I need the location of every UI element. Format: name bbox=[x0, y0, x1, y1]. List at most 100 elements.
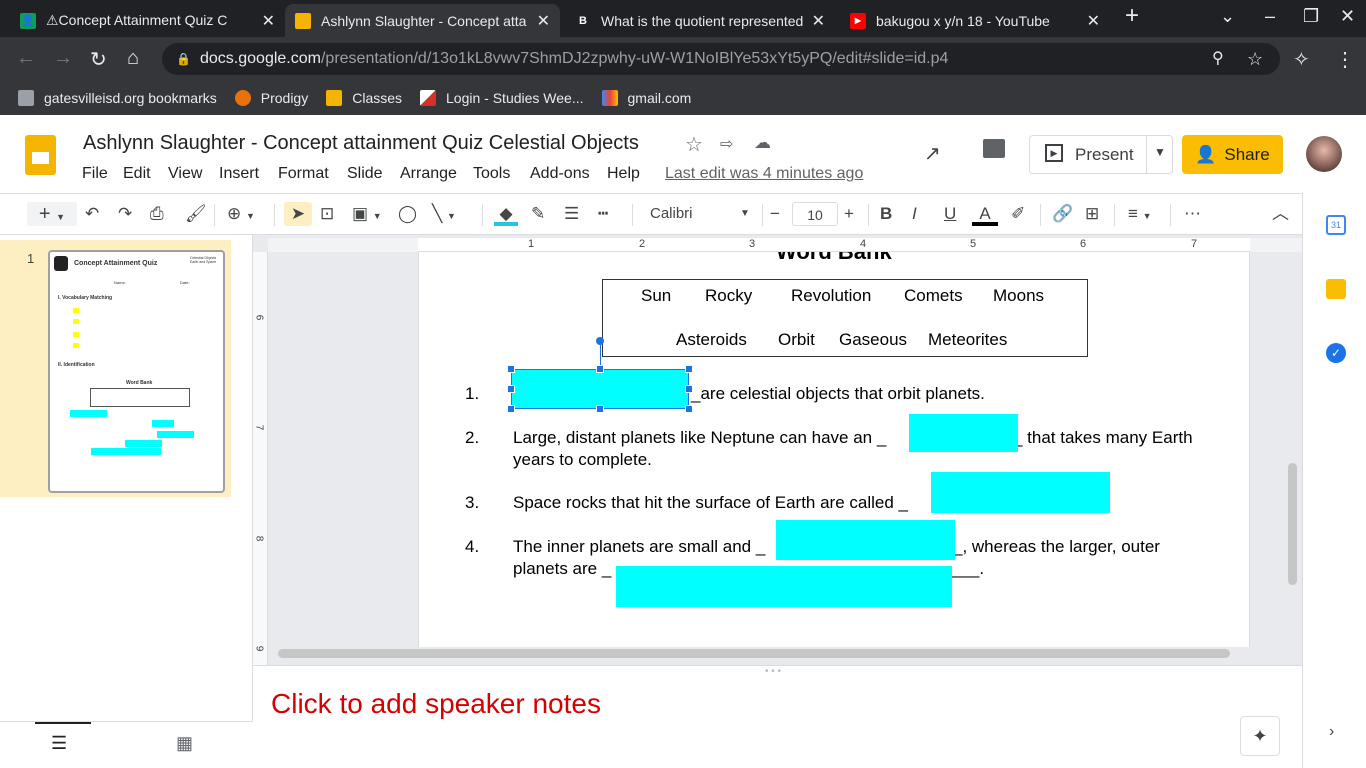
underline-icon[interactable]: U bbox=[944, 202, 956, 226]
activity-dashboard-icon[interactable]: ↗ bbox=[924, 141, 941, 166]
keep-icon[interactable] bbox=[1326, 279, 1346, 299]
account-avatar[interactable] bbox=[1306, 136, 1342, 172]
notes-resize-handle[interactable]: • • • bbox=[765, 666, 781, 677]
comments-icon[interactable] bbox=[983, 139, 1005, 158]
expand-panel-icon[interactable]: › bbox=[1329, 723, 1334, 741]
bookmark-prodigy[interactable]: Prodigy bbox=[234, 89, 308, 106]
border-weight-icon[interactable]: ☰ bbox=[564, 202, 579, 226]
link-icon[interactable]: 🔗 bbox=[1052, 202, 1073, 226]
fill-color-icon[interactable]: ◆ bbox=[494, 202, 518, 226]
menu-edit[interactable]: Edit bbox=[123, 165, 151, 183]
align-icon[interactable]: ≡ ▼ bbox=[1128, 202, 1152, 226]
resize-handle[interactable] bbox=[685, 365, 693, 373]
horizontal-ruler[interactable]: 1 2 3 4 5 6 7 bbox=[268, 238, 1302, 252]
answer-blank-4a[interactable] bbox=[776, 520, 955, 560]
image-icon[interactable]: ▣ ▼ bbox=[352, 202, 382, 226]
rotate-handle[interactable] bbox=[596, 337, 604, 345]
filmstrip-view-icon[interactable]: ☰ bbox=[51, 733, 67, 754]
add-comment-icon[interactable]: ⊞ bbox=[1085, 202, 1099, 226]
menu-arrange[interactable]: Arrange bbox=[400, 165, 457, 183]
decrease-font-size-button[interactable]: − bbox=[770, 202, 780, 226]
resize-handle[interactable] bbox=[507, 405, 515, 413]
font-size-input[interactable]: 10 bbox=[792, 202, 838, 226]
horizontal-scrollbar[interactable] bbox=[278, 649, 1230, 658]
share-button[interactable]: 👤 Share bbox=[1182, 135, 1283, 174]
close-tab-icon[interactable]: ✕ bbox=[262, 11, 275, 31]
calendar-icon[interactable]: 31 bbox=[1326, 215, 1346, 235]
tab-slides-active[interactable]: Ashlynn Slaughter - Concept atta ✕ bbox=[285, 4, 560, 37]
present-dropdown-icon[interactable]: ▼ bbox=[1154, 145, 1166, 159]
font-family-select[interactable]: Calibri bbox=[650, 202, 693, 226]
highlight-icon[interactable]: ✐ bbox=[1011, 202, 1025, 226]
bold-icon[interactable]: B bbox=[880, 202, 892, 226]
speaker-notes-placeholder[interactable]: Click to add speaker notes bbox=[271, 688, 601, 720]
cloud-status-icon[interactable]: ☁ bbox=[754, 133, 771, 153]
slide-thumbnail[interactable]: Concept Attainment Quiz Celestial Object… bbox=[48, 250, 225, 493]
slide-thumbnail-selected[interactable]: 1 Concept Attainment Quiz Celestial Obje… bbox=[0, 240, 231, 497]
document-title[interactable]: Ashlynn Slaughter - Concept attainment Q… bbox=[83, 132, 639, 155]
italic-icon[interactable]: I bbox=[912, 202, 917, 226]
present-button[interactable]: ▶ Present ▼ bbox=[1029, 135, 1173, 174]
tab-brainly[interactable]: B What is the quotient represented ✕ bbox=[565, 4, 835, 37]
menu-view[interactable]: View bbox=[168, 165, 202, 183]
star-icon[interactable]: ☆ bbox=[685, 132, 703, 157]
answer-blank-2[interactable] bbox=[909, 414, 1018, 452]
new-tab-button[interactable]: + bbox=[1125, 2, 1139, 30]
vertical-ruler[interactable]: 6 7 8 9 bbox=[253, 252, 268, 665]
new-slide-button[interactable]: + ▼ bbox=[27, 202, 77, 226]
slides-logo[interactable] bbox=[25, 135, 56, 175]
vertical-scrollbar[interactable] bbox=[1288, 463, 1297, 585]
increase-font-size-button[interactable]: + bbox=[844, 202, 854, 226]
line-icon[interactable]: ╲ ▼ bbox=[432, 202, 456, 226]
menu-tools[interactable]: Tools bbox=[473, 165, 510, 183]
explore-button[interactable]: ✦ bbox=[1240, 716, 1280, 756]
font-dropdown-icon[interactable]: ▼ bbox=[740, 202, 750, 226]
more-options-icon[interactable]: ⋯ bbox=[1184, 202, 1201, 226]
extensions-icon[interactable]: ✧ bbox=[1293, 47, 1310, 72]
bookmark-gmail[interactable]: gmail.com bbox=[601, 89, 691, 106]
close-tab-icon[interactable]: ✕ bbox=[537, 11, 550, 31]
answer-blank-3[interactable] bbox=[931, 472, 1110, 513]
menu-slide[interactable]: Slide bbox=[347, 165, 383, 183]
collapse-toolbar-icon[interactable]: ︿ bbox=[1272, 202, 1289, 226]
zoom-icon[interactable]: ⊕ ▼ bbox=[227, 202, 255, 226]
resize-handle[interactable] bbox=[507, 385, 515, 393]
bookmark-classes[interactable]: Classes bbox=[326, 89, 402, 106]
slide[interactable]: Word Bank Sun Rocky Revolution Comets Mo… bbox=[418, 252, 1250, 647]
border-dash-icon[interactable]: ┅ bbox=[598, 202, 608, 226]
bookmark-folder[interactable]: gatesvilleisd.org bookmarks bbox=[18, 89, 217, 106]
location-icon[interactable]: ⚲ bbox=[1212, 43, 1224, 75]
bookmark-star-icon[interactable]: ☆ bbox=[1247, 43, 1263, 75]
undo-icon[interactable]: ↶ bbox=[85, 202, 99, 226]
select-tool-icon[interactable]: ➤ bbox=[284, 202, 312, 226]
redo-icon[interactable]: ↷ bbox=[118, 202, 132, 226]
menu-insert[interactable]: Insert bbox=[219, 165, 259, 183]
text-color-icon[interactable]: A bbox=[972, 202, 998, 226]
speaker-notes[interactable]: • • • Click to add speaker notes ✦ bbox=[253, 665, 1302, 768]
resize-handle[interactable] bbox=[685, 405, 693, 413]
close-tab-icon[interactable]: ✕ bbox=[812, 11, 825, 31]
resize-handle[interactable] bbox=[596, 405, 604, 413]
print-icon[interactable]: ⎙ bbox=[150, 202, 164, 226]
bookmark-studies-weekly[interactable]: Login - Studies Wee... bbox=[420, 89, 584, 106]
grid-view-icon[interactable]: ▦ bbox=[176, 733, 193, 754]
move-folder-icon[interactable]: ⇨ bbox=[720, 134, 733, 154]
menu-addons[interactable]: Add-ons bbox=[530, 165, 590, 183]
answer-blank-4b[interactable] bbox=[616, 566, 952, 607]
tab-youtube[interactable]: ▶ bakugou x y/n 18 - YouTube ✕ bbox=[840, 4, 1110, 37]
paint-format-icon[interactable]: 🖌 bbox=[185, 202, 207, 226]
resize-handle[interactable] bbox=[507, 365, 515, 373]
menu-help[interactable]: Help bbox=[607, 165, 640, 183]
border-color-icon[interactable]: ✎ bbox=[531, 202, 545, 226]
menu-file[interactable]: File bbox=[82, 165, 108, 183]
tasks-icon[interactable]: ✓ bbox=[1326, 343, 1346, 363]
minimize-button[interactable]: – bbox=[1265, 6, 1275, 27]
tab-concept-quiz[interactable]: 👤 ⚠Concept Attainment Quiz C ✕ bbox=[10, 4, 285, 37]
resize-handle[interactable] bbox=[685, 385, 693, 393]
chrome-menu-icon[interactable]: ⋮ bbox=[1335, 47, 1355, 72]
last-edit-link[interactable]: Last edit was 4 minutes ago bbox=[665, 165, 863, 183]
back-icon[interactable]: ← bbox=[16, 47, 36, 70]
tab-search-icon[interactable]: ⌄ bbox=[1220, 6, 1235, 27]
close-window-button[interactable]: ✕ bbox=[1340, 6, 1355, 27]
resize-handle[interactable] bbox=[596, 365, 604, 373]
